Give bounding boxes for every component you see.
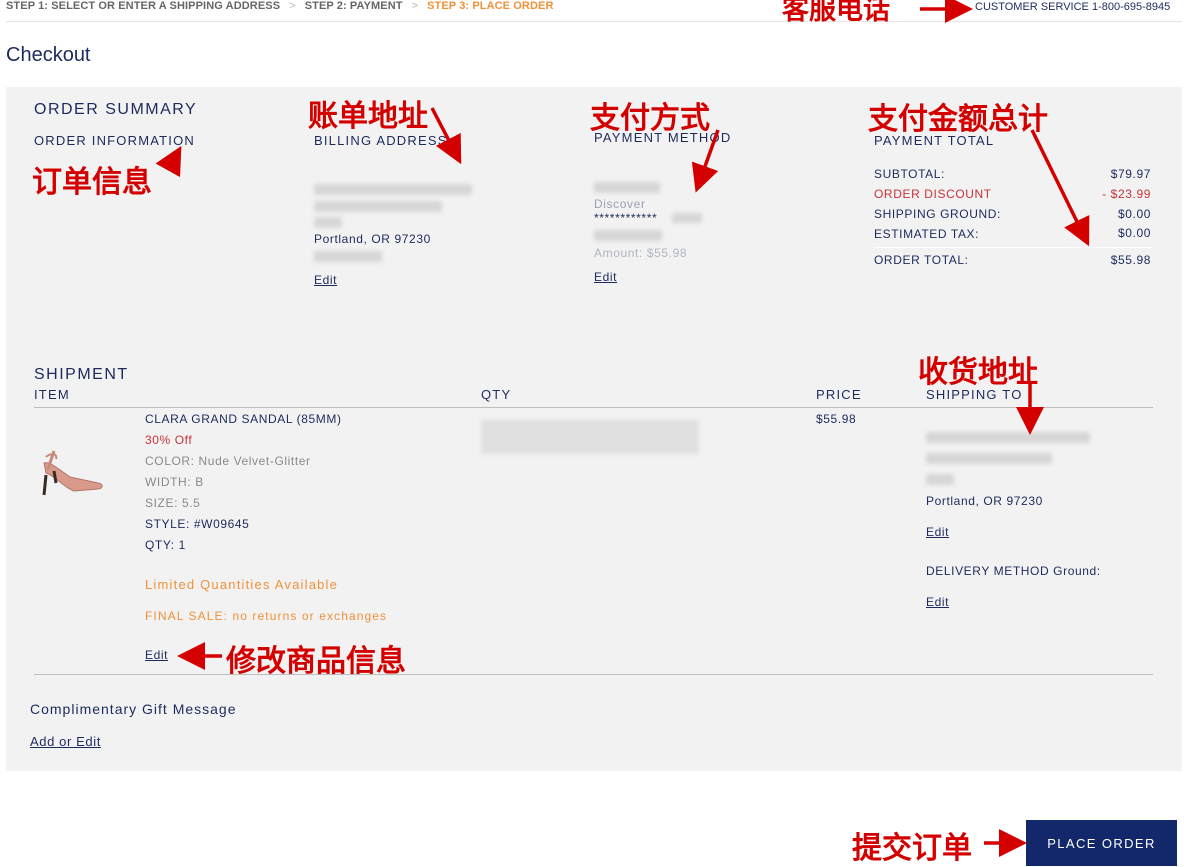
subtotal-label: SUBTOTAL:	[874, 167, 945, 181]
step-separator: >	[411, 0, 419, 12]
shipping-city: Portland, OR 97230	[926, 494, 1043, 508]
annotation-billing: 账单地址	[308, 99, 428, 134]
annotation-order-info: 订单信息	[32, 165, 152, 200]
billing-street-redacted	[314, 201, 442, 212]
billing-unit-redacted	[314, 217, 342, 228]
annotation-submit: 提交订单	[852, 831, 972, 866]
estimated-tax-label: ESTIMATED TAX:	[874, 227, 980, 241]
billing-phone-redacted	[314, 251, 382, 262]
shipment-header-line	[34, 407, 1153, 408]
billing-name-redacted	[314, 184, 472, 195]
billing-address-label: BILLING ADDRESS	[314, 133, 448, 148]
final-sale-notice: FINAL SALE: no returns or exchanges	[145, 609, 388, 623]
place-order-button[interactable]: PLACE ORDER	[1026, 820, 1177, 866]
payment-expiry-redacted	[594, 230, 662, 241]
billing-edit-link[interactable]: Edit	[314, 273, 337, 287]
card-last-digits-redacted	[672, 213, 702, 223]
order-discount-value: - $23.99	[1102, 187, 1151, 201]
product-size: SIZE: 5.5	[145, 496, 201, 510]
step-separator: >	[289, 0, 296, 12]
payment-edit-link[interactable]: Edit	[594, 270, 617, 284]
order-information-label: ORDER INFORMATION	[34, 133, 195, 148]
step-1-link[interactable]: STEP 1: SELECT OR ENTER A SHIPPING ADDRE…	[6, 0, 280, 12]
shipping-street-redacted	[926, 453, 1052, 464]
qty-area-redacted	[481, 420, 699, 454]
gift-message-title: Complimentary Gift Message	[30, 701, 237, 717]
column-price: PRICE	[816, 387, 862, 402]
header-divider	[6, 21, 1182, 22]
payment-name-redacted	[594, 182, 660, 193]
product-color: COLOR: Nude Velvet-Glitter	[145, 454, 311, 468]
checkout-steps: STEP 1: SELECT OR ENTER A SHIPPING ADDRE…	[6, 0, 554, 12]
order-discount-label: ORDER DISCOUNT	[874, 187, 992, 201]
product-name[interactable]: CLARA GRAND SANDAL (85MM)	[145, 412, 342, 426]
product-width: WIDTH: B	[145, 475, 204, 489]
annotation-edit-item: 修改商品信息	[226, 644, 406, 679]
delivery-method: DELIVERY METHOD Ground:	[926, 564, 1101, 578]
order-total-value: $55.98	[1110, 253, 1151, 267]
annotation-customer-service: 客服电话	[782, 0, 890, 26]
order-summary-heading: ORDER SUMMARY	[34, 101, 198, 118]
product-style: STYLE: #W09645	[145, 517, 250, 531]
shipping-unit-redacted	[926, 474, 954, 485]
limited-quantities-notice: Limited Quantities Available	[145, 577, 339, 592]
payment-card-number: ************	[594, 211, 658, 225]
step-2-link[interactable]: STEP 2: PAYMENT	[305, 0, 403, 12]
column-qty: QTY	[481, 387, 512, 402]
gift-message-link[interactable]: Add or Edit	[30, 734, 101, 749]
order-total-label: ORDER TOTAL:	[874, 253, 969, 267]
annotation-shipping: 收货地址	[918, 355, 1038, 390]
step-3-current: STEP 3: PLACE ORDER	[427, 0, 554, 12]
annotation-total: 支付金额总计	[868, 102, 1048, 137]
subtotal-value: $79.97	[1110, 167, 1151, 181]
column-item: ITEM	[34, 387, 70, 402]
product-image[interactable]	[40, 445, 106, 497]
shipment-footer-line	[34, 674, 1153, 675]
product-discount: 30% Off	[145, 433, 193, 447]
estimated-tax-value: $0.00	[1117, 226, 1151, 240]
payment-card-type: Discover	[594, 197, 646, 211]
shipping-edit-link[interactable]: Edit	[926, 525, 949, 539]
page-title: Checkout	[6, 44, 91, 66]
product-qty: QTY: 1	[145, 538, 186, 552]
item-price: $55.98	[816, 412, 857, 426]
shipment-heading: SHIPMENT	[34, 366, 129, 383]
payment-amount: Amount: $55.98	[594, 246, 688, 260]
total-divider	[874, 247, 1152, 248]
annotation-payment: 支付方式	[590, 101, 710, 136]
delivery-edit-link[interactable]: Edit	[926, 595, 949, 609]
shipping-ground-label: SHIPPING GROUND:	[874, 207, 1001, 221]
customer-service-phone[interactable]: CUSTOMER SERVICE 1-800-695-8945	[975, 1, 1170, 13]
billing-city: Portland, OR 97230	[314, 232, 431, 246]
shipping-name-redacted	[926, 432, 1090, 443]
shipping-ground-value: $0.00	[1117, 207, 1151, 221]
item-edit-link[interactable]: Edit	[145, 648, 168, 662]
